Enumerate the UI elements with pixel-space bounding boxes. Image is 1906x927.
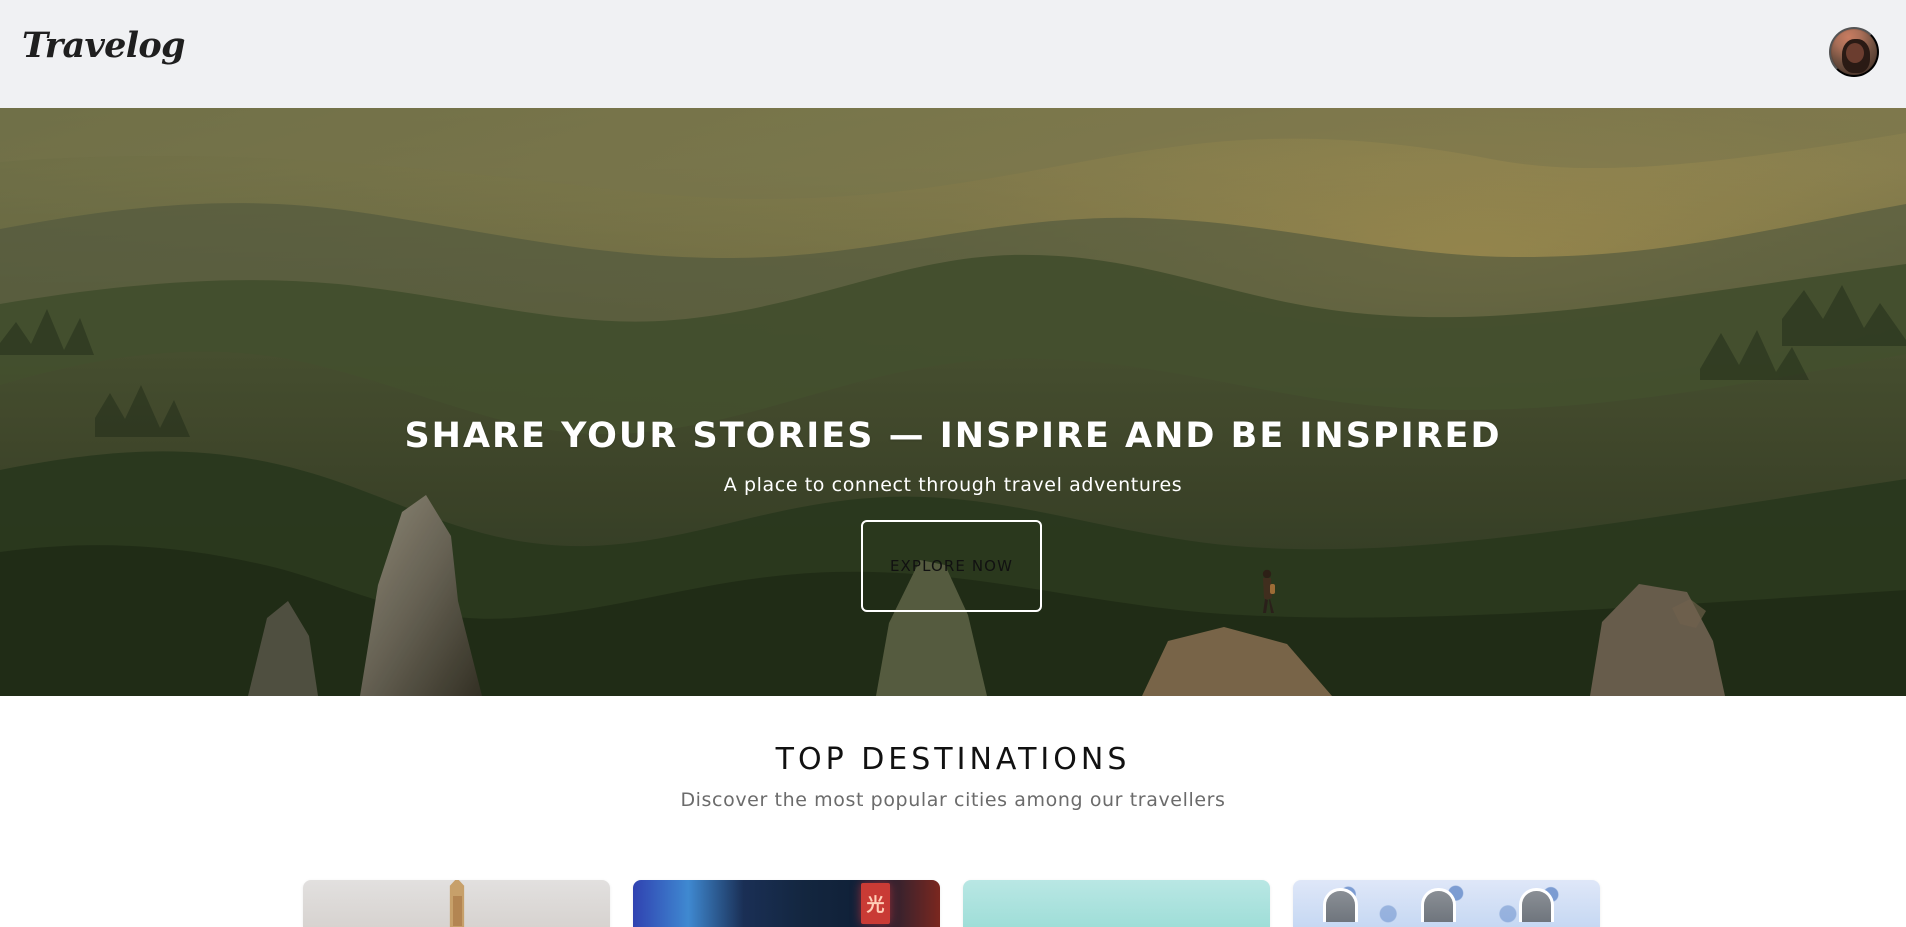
destination-card[interactable] bbox=[303, 880, 610, 927]
window-icon bbox=[1323, 888, 1358, 922]
top-destinations-section: TOP DESTINATIONS Discover the most popul… bbox=[0, 696, 1906, 927]
avatar-face-icon bbox=[1846, 43, 1864, 63]
hero-subtitle: A place to connect through travel advent… bbox=[723, 474, 1183, 496]
section-subtitle: Discover the most popular cities among o… bbox=[680, 789, 1226, 811]
neon-sign-image: 光 bbox=[861, 883, 890, 924]
section-title: TOP DESTINATIONS bbox=[775, 742, 1131, 777]
destination-card-list: 光 bbox=[0, 880, 1906, 927]
destination-card[interactable] bbox=[1293, 880, 1600, 927]
hero-title: SHARE YOUR STORIES — INSPIRE AND BE INSP… bbox=[404, 416, 1502, 456]
travelog-page: Travelog SHARE YOUR STORIES — INSPIRE AN… bbox=[0, 0, 1906, 927]
travelog-logo[interactable]: Travelog bbox=[22, 28, 185, 63]
destination-card[interactable] bbox=[963, 880, 1270, 927]
window-icon bbox=[1421, 888, 1456, 922]
profile-avatar-button[interactable] bbox=[1829, 27, 1879, 77]
hero-banner: SHARE YOUR STORIES — INSPIRE AND BE INSP… bbox=[0, 108, 1906, 696]
destination-card[interactable]: 光 bbox=[633, 880, 940, 927]
top-navigation-bar: Travelog bbox=[0, 0, 1906, 108]
window-icon bbox=[1519, 888, 1554, 922]
explore-now-button[interactable]: EXPLORE NOW bbox=[861, 520, 1042, 612]
clock-tower-image bbox=[449, 880, 465, 927]
